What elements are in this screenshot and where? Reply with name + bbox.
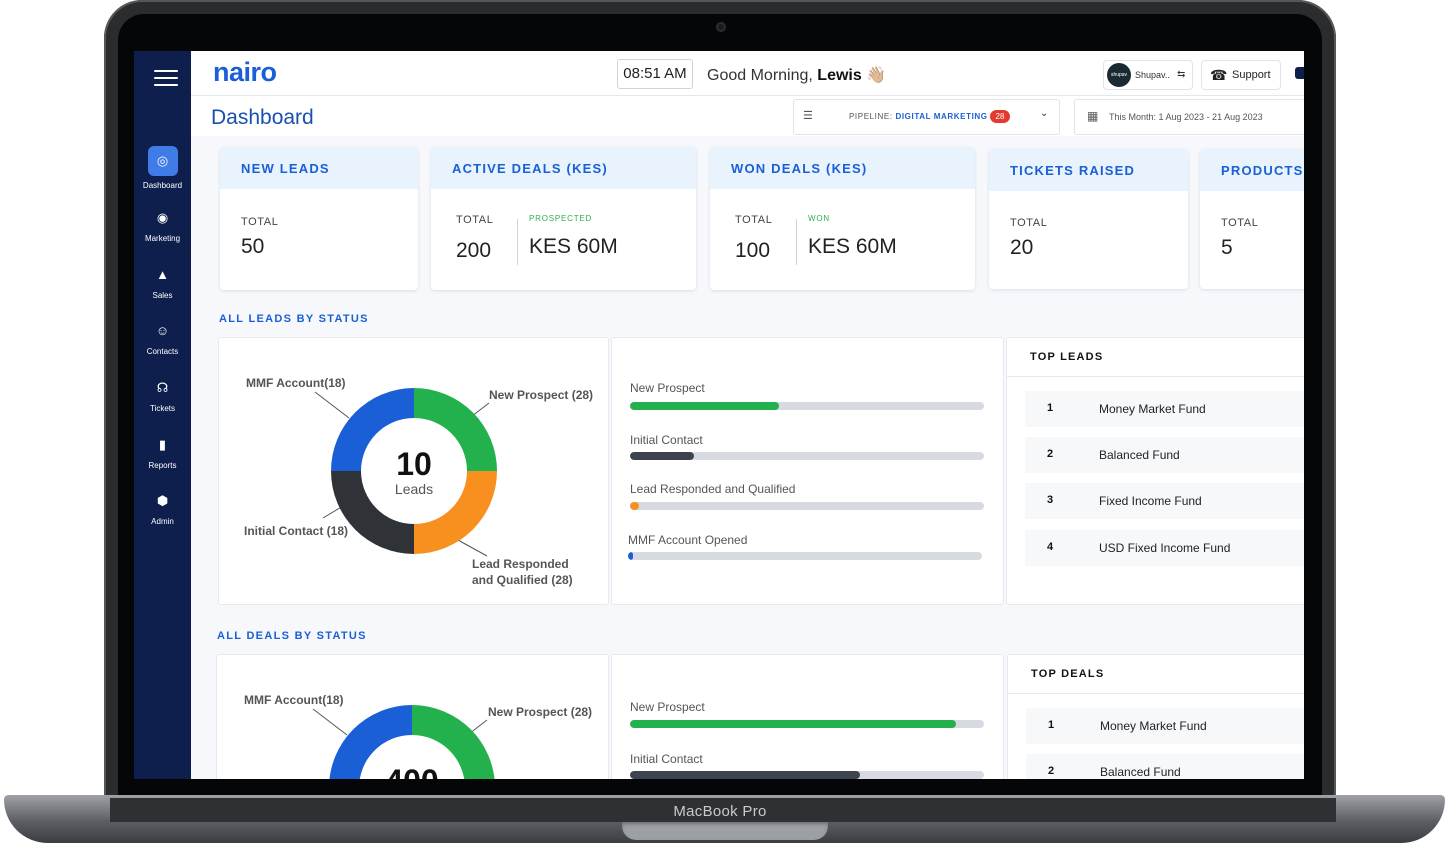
- progress-track: [630, 452, 984, 460]
- progress-track: [630, 720, 984, 728]
- bar-label: MMF Account Opened: [628, 533, 748, 547]
- dashboard-icon: ◎: [147, 146, 178, 176]
- pipeline-count-badge: 28: [990, 110, 1010, 123]
- deals-bars-panel: New Prospect Initial Contact: [611, 654, 1004, 779]
- label-mmf-account: MMF Account(18): [246, 376, 346, 390]
- date-range-picker[interactable]: ▦ This Month: 1 Aug 2023 - 21 Aug 2023: [1074, 99, 1304, 135]
- new-leads-total: 50: [241, 235, 265, 258]
- account-name: Shupav..: [1135, 70, 1170, 80]
- won-deals-value: KES 60M: [808, 235, 897, 258]
- sidebar-item-tickets[interactable]: ☊ Tickets: [134, 377, 191, 413]
- top-deals-panel: TOP DEALS 1 Money Market Fund 2 Balanced F…: [1007, 654, 1304, 779]
- donut-total: 400: [385, 763, 438, 779]
- hamburger-menu-icon[interactable]: [154, 70, 178, 86]
- label-mmf-account: MMF Account(18): [244, 693, 344, 707]
- products-card[interactable]: PRODUCTS TOTAL 5: [1200, 149, 1304, 289]
- chevron-down-icon: ⌄: [1040, 108, 1049, 119]
- camera-icon: [716, 22, 726, 32]
- progress-track: [630, 402, 984, 410]
- greeting: Good Morning, Lewis 👋🏼: [707, 67, 887, 84]
- sidebar-item-contacts[interactable]: ☺ Contacts: [134, 320, 191, 356]
- won-deals-card[interactable]: WON DEALS (KES) TOTAL 100 WON KES 60M: [710, 147, 975, 290]
- progress-fill: [630, 452, 694, 460]
- sidebar-item-reports[interactable]: ▮ Reports: [134, 434, 191, 470]
- tickets-icon: ☊: [156, 380, 169, 395]
- progress-fill: [630, 502, 639, 510]
- list-item[interactable]: 1 Money Market Fund: [1026, 708, 1304, 744]
- app-screen: ◎ Dashboard ◉ Marketing ▲ Sales ☺ Contac…: [134, 51, 1304, 779]
- deals-donut-panel: 400 MMF Account(18) New Prospect (28): [216, 654, 609, 779]
- tickets-card[interactable]: TICKETS RAISED TOTAL 20: [989, 149, 1188, 289]
- pipeline-select[interactable]: ☰ PIPELINE: DIGITAL MARKETING 28 ⌄: [793, 99, 1060, 135]
- page-header: Dashboard ☰ PIPELINE: DIGITAL MARKETING …: [191, 96, 1304, 136]
- active-deals-prospected: KES 60M: [529, 235, 618, 258]
- label-new-prospect: New Prospect (28): [489, 388, 594, 402]
- page-title: Dashboard: [211, 106, 314, 129]
- donut-unit: Leads: [395, 481, 433, 497]
- progress-fill: [630, 720, 956, 728]
- app-logo[interactable]: nairo: [213, 57, 277, 88]
- bar-label: Lead Responded and Qualified: [630, 482, 796, 496]
- progress-fill: [628, 552, 634, 560]
- donut-total: 10: [396, 446, 432, 482]
- chat-icon[interactable]: [1295, 67, 1304, 79]
- top-leads-panel: TOP LEADS 1 Money Market Fund 2 Balanced F…: [1006, 337, 1304, 605]
- won-deals-total: 100: [735, 239, 771, 262]
- switch-account-icon: ⇆: [1177, 69, 1186, 80]
- headset-icon: ☎: [1210, 67, 1228, 83]
- list-item[interactable]: 2 Balanced Fund: [1026, 754, 1304, 779]
- contacts-icon: ☺: [155, 323, 170, 338]
- label-lead-responded: Lead Responded: [472, 557, 569, 571]
- support-button[interactable]: ☎ Support: [1201, 60, 1281, 90]
- wave-icon: 👋🏼: [866, 67, 887, 84]
- filter-icon: ☰: [803, 110, 813, 122]
- sidebar-item-sales[interactable]: ▲ Sales: [134, 264, 191, 300]
- sales-icon: ▲: [156, 267, 169, 282]
- deals-section-title: ALL DEALS BY STATUS: [217, 630, 367, 642]
- sidebar-item-admin[interactable]: ⬢ Admin: [134, 490, 191, 526]
- sidebar: ◎ Dashboard ◉ Marketing ▲ Sales ☺ Contac…: [134, 51, 191, 779]
- reports-icon: ▮: [158, 437, 167, 452]
- user-name: Lewis: [817, 67, 862, 84]
- active-deals-card[interactable]: ACTIVE DEALS (KES) TOTAL 200 PROSPECTED …: [431, 147, 696, 290]
- bar-label: Initial Contact: [630, 433, 703, 447]
- device-model: MacBook Pro: [673, 803, 767, 820]
- label-initial-contact: Initial Contact (18): [244, 524, 349, 538]
- progress-track: [630, 502, 984, 510]
- tickets-total: 20: [1010, 236, 1034, 259]
- account-avatar: shupav: [1107, 63, 1131, 87]
- clock: 08:51 AM: [617, 59, 693, 89]
- progress-track: [630, 771, 984, 779]
- list-item[interactable]: 3 Fixed Income Fund: [1025, 483, 1304, 519]
- new-leads-card[interactable]: NEW LEADS TOTAL 50: [220, 147, 418, 290]
- pipeline-value: DIGITAL MARKETING: [895, 112, 988, 121]
- marketing-icon: ◉: [156, 210, 169, 225]
- bar-label: Initial Contact: [630, 752, 703, 766]
- leads-donut-panel: 10 Leads MMF Account(18) New Prospect (2…: [218, 337, 609, 605]
- progress-track: [628, 552, 982, 560]
- leads-section-title: ALL LEADS BY STATUS: [219, 313, 369, 325]
- laptop-notch: [622, 822, 828, 840]
- top-deals-title: TOP DEALS: [1031, 668, 1105, 680]
- label-lead-responded-2: and Qualified (28): [472, 573, 573, 587]
- admin-icon: ⬢: [156, 493, 169, 508]
- progress-fill: [630, 771, 861, 779]
- account-switcher[interactable]: shupav Shupav.. ⇆: [1103, 60, 1193, 90]
- list-item[interactable]: 4 USD Fixed Income Fund: [1025, 530, 1304, 566]
- sidebar-item-dashboard[interactable]: ◎ Dashboard: [134, 146, 191, 190]
- top-leads-title: TOP LEADS: [1030, 351, 1104, 363]
- list-item[interactable]: 2 Balanced Fund: [1025, 437, 1304, 473]
- products-total: 5: [1221, 236, 1233, 259]
- active-deals-total: 200: [456, 239, 492, 262]
- progress-fill: [630, 402, 779, 410]
- label-new-prospect: New Prospect (28): [488, 705, 593, 719]
- calendar-icon: ▦: [1087, 109, 1099, 123]
- list-item[interactable]: 1 Money Market Fund: [1025, 391, 1304, 427]
- top-bar: nairo 08:51 AM Good Morning, Lewis 👋🏼 sh…: [191, 51, 1304, 96]
- bar-label: New Prospect: [630, 381, 705, 395]
- bar-label: New Prospect: [630, 700, 705, 714]
- leads-bars-panel: New Prospect Initial Contact Lead Respon…: [611, 337, 1004, 605]
- sidebar-item-marketing[interactable]: ◉ Marketing: [134, 207, 191, 243]
